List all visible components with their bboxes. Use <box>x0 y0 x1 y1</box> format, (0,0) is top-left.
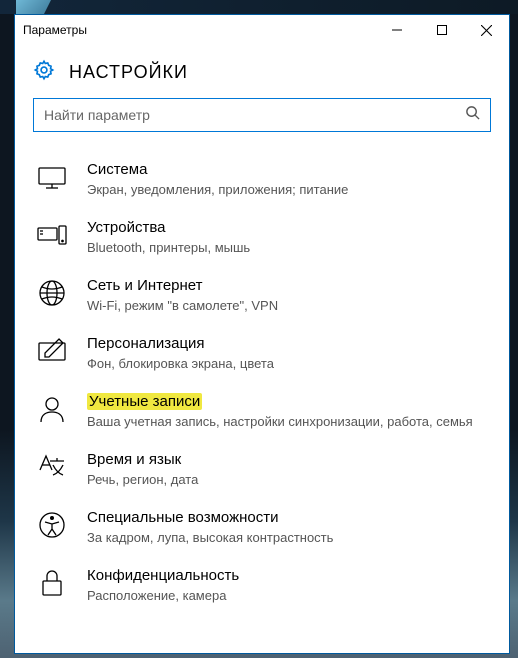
devices-icon <box>35 218 69 252</box>
time-language-icon <box>35 450 69 484</box>
category-title: Время и язык <box>87 451 181 468</box>
category-desc: Расположение, камера <box>87 587 489 605</box>
category-title: Конфиденциальность <box>87 567 239 584</box>
search-icon <box>465 105 480 125</box>
desktop-bg-top <box>0 0 518 14</box>
category-privacy[interactable]: Конфиденциальность Расположение, камера <box>15 556 509 614</box>
category-desc: Ваша учетная запись, настройки синхрониз… <box>87 413 489 431</box>
category-title: Специальные возможности <box>87 509 279 526</box>
system-icon <box>35 160 69 194</box>
category-desc: Речь, регион, дата <box>87 471 489 489</box>
accounts-icon <box>35 392 69 426</box>
network-icon <box>35 276 69 310</box>
window-title: Параметры <box>23 23 87 37</box>
category-desc: За кадром, лупа, высокая контрастность <box>87 529 489 547</box>
close-icon <box>481 25 492 36</box>
maximize-icon <box>437 25 447 35</box>
search-box[interactable] <box>33 98 491 132</box>
desktop-accent <box>16 0 51 14</box>
page-title: НАСТРОЙКИ <box>69 62 188 83</box>
category-desc: Wi-Fi, режим "в самолете", VPN <box>87 297 489 315</box>
category-desc: Экран, уведомления, приложения; питание <box>87 181 489 199</box>
maximize-button[interactable] <box>419 15 464 45</box>
minimize-icon <box>392 25 402 35</box>
close-button[interactable] <box>464 15 509 45</box>
category-desc: Bluetooth, принтеры, мышь <box>87 239 489 257</box>
category-list: Система Экран, уведомления, приложения; … <box>15 146 509 653</box>
category-personalization[interactable]: Персонализация Фон, блокировка экрана, ц… <box>15 324 509 382</box>
minimize-button[interactable] <box>374 15 419 45</box>
category-title: Сеть и Интернет <box>87 277 203 294</box>
category-time-language[interactable]: Время и язык Речь, регион, дата <box>15 440 509 498</box>
category-title: Учетные записи <box>87 393 202 410</box>
category-title: Персонализация <box>87 335 205 352</box>
category-system[interactable]: Система Экран, уведомления, приложения; … <box>15 150 509 208</box>
ease-of-access-icon <box>35 508 69 542</box>
category-ease-of-access[interactable]: Специальные возможности За кадром, лупа,… <box>15 498 509 556</box>
category-title: Система <box>87 161 147 178</box>
category-title: Устройства <box>87 219 165 236</box>
settings-window: Параметры НАСТРОЙКИ <box>14 14 510 654</box>
category-accounts[interactable]: Учетные записи Ваша учетная запись, наст… <box>15 382 509 440</box>
header: НАСТРОЙКИ <box>15 45 509 98</box>
category-network[interactable]: Сеть и Интернет Wi-Fi, режим "в самолете… <box>15 266 509 324</box>
search-input[interactable] <box>44 99 465 131</box>
personalization-icon <box>35 334 69 368</box>
titlebar[interactable]: Параметры <box>15 15 509 45</box>
category-desc: Фон, блокировка экрана, цвета <box>87 355 489 373</box>
category-devices[interactable]: Устройства Bluetooth, принтеры, мышь <box>15 208 509 266</box>
privacy-icon <box>35 566 69 600</box>
gear-icon <box>33 59 55 86</box>
